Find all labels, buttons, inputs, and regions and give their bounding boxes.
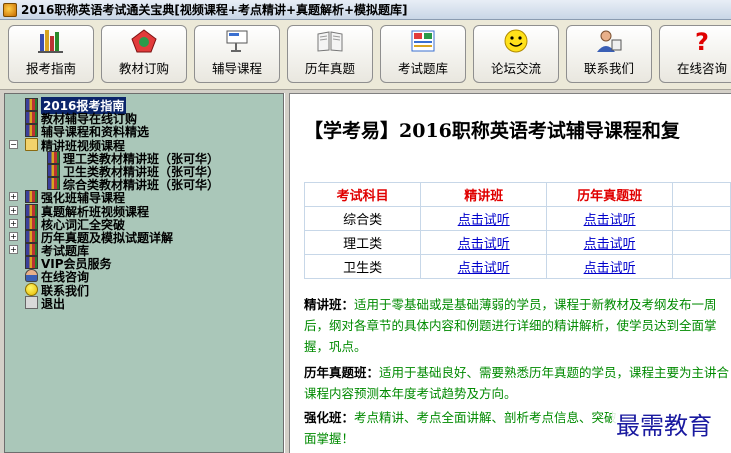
toolbar-button-label: 历年真题: [304, 61, 355, 76]
toolbar-button-label: 考试题库: [397, 61, 448, 76]
listen-link[interactable]: 点击试听: [584, 261, 636, 276]
expand-toggle[interactable]: +: [9, 231, 18, 241]
book-icon: [25, 111, 38, 125]
table-row: 卫生类 点击试听 点击试听: [303, 254, 731, 279]
collapse-toggle[interactable]: −: [9, 139, 18, 149]
description-key: 精讲班：: [304, 297, 355, 312]
watermark: 最需教育: [612, 406, 716, 441]
navigation-tree: 2016报考指南 教材辅导在线订购 辅导课程和资料精选 − 精讲班视频课程 理工类…: [5, 97, 283, 311]
svg-text:?: ?: [695, 28, 709, 54]
subject-cell: 综合类: [303, 206, 422, 231]
listen-link[interactable]: 点击试听: [584, 237, 636, 252]
table-cell: 点击试听: [420, 230, 548, 255]
description-past-exams: 历年真题班：适用于基础良好、需要熟悉历年真题的学员，课程主要为主讲合课程内容预测…: [304, 362, 730, 404]
subject-cell: 理工类: [303, 230, 422, 255]
person-icon: [25, 269, 38, 283]
expand-toggle[interactable]: +: [9, 245, 18, 255]
toolbar-button-label: 论坛交流: [490, 61, 541, 76]
book-icon: [47, 177, 60, 191]
toolbar-button-online-help[interactable]: ? 在线咨询: [659, 25, 731, 83]
content-title: 【学考易】2016职称英语考试辅导课程和复: [304, 120, 680, 142]
description-intensive: 强化班：考点精讲、考点全面讲解、剖析考点信息、突破面掌握！: [304, 407, 626, 449]
table-cell: 点击试听: [546, 230, 674, 255]
table-row: 理工类 点击试听 点击试听: [303, 230, 731, 255]
book-icon: [25, 203, 38, 217]
expand-toggle[interactable]: +: [9, 205, 18, 215]
book-icon: [47, 163, 60, 177]
book-icon: [25, 216, 38, 230]
book-icon: [47, 150, 60, 164]
open-book-icon: [315, 28, 345, 54]
toolbar-button-guide[interactable]: 报考指南: [8, 25, 94, 83]
navigation-tree-pane: 2016报考指南 教材辅导在线订购 辅导课程和资料精选 − 精讲班视频课程 理工类…: [4, 93, 284, 453]
toolbar-button-contact[interactable]: 联系我们: [566, 25, 652, 83]
table-cell: [672, 230, 731, 255]
table-header: 精讲班: [420, 182, 548, 207]
subject-cell: 卫生类: [303, 254, 422, 279]
description-text: 适用于零基础或是基础薄弱的学员，课程于新教材及考纲发布一周后，纲对各章节的具体内…: [304, 297, 717, 354]
listen-link[interactable]: 点击试听: [458, 261, 510, 276]
book-icon: [25, 229, 38, 243]
table-header: 考试科目: [303, 182, 422, 207]
table-row: 综合类 点击试听 点击试听: [303, 206, 731, 231]
book-icon: [25, 98, 38, 111]
toolbar-button-question-bank[interactable]: 考试题库: [380, 25, 466, 83]
title-bar: 2016职称英语考试通关宝典[视频课程+考点精讲+真题解析+模拟题库]: [0, 0, 731, 20]
expand-toggle[interactable]: +: [9, 192, 18, 202]
table-cell: [672, 206, 731, 231]
smiley-icon: [501, 28, 531, 54]
toolbar-button-label: 在线咨询: [676, 61, 727, 76]
table-cell: 点击试听: [420, 254, 548, 279]
tree-item-exit[interactable]: 退出: [5, 295, 283, 311]
listen-link[interactable]: 点击试听: [584, 213, 636, 228]
toolbar-button-label: 教材订购: [118, 61, 169, 76]
expand-toggle[interactable]: +: [9, 218, 18, 228]
book-icon: [25, 124, 38, 138]
toolbar-button-forum[interactable]: 论坛交流: [473, 25, 559, 83]
exam-paper-icon: [408, 28, 438, 54]
book-icon: [25, 190, 38, 204]
folder-open-icon: [25, 137, 38, 151]
toolbar: 报考指南 教材订购 辅导课程 历年真题 考试题库 论坛交流 联系我们 ? 在线咨…: [0, 20, 731, 90]
books-icon: [36, 28, 66, 54]
pentagon-icon: [129, 28, 159, 54]
table-cell: 点击试听: [546, 254, 674, 279]
table-cell: 点击试听: [420, 206, 548, 231]
listen-link[interactable]: 点击试听: [458, 237, 510, 252]
contacts-icon: [594, 28, 624, 54]
app-icon: [3, 2, 17, 17]
question-icon: ?: [687, 28, 717, 54]
projector-icon: [222, 28, 252, 54]
window-title: 2016职称英语考试通关宝典[视频课程+考点精讲+真题解析+模拟题库]: [21, 3, 408, 17]
toolbar-button-courses[interactable]: 辅导课程: [194, 25, 280, 83]
description-key: 历年真题班：: [304, 365, 380, 380]
table-header-row: 考试科目 精讲班 历年真题班: [303, 182, 731, 207]
book-icon: [25, 256, 38, 270]
smiley-icon: [25, 282, 38, 296]
toolbar-button-label: 联系我们: [583, 61, 634, 76]
listen-link[interactable]: 点击试听: [458, 213, 510, 228]
table-cell: 点击试听: [546, 206, 674, 231]
description-key: 强化班：: [304, 410, 355, 425]
toolbar-button-label: 辅导课程: [211, 61, 262, 76]
toolbar-button-textbook[interactable]: 教材订购: [101, 25, 187, 83]
toolbar-button-label: 报考指南: [25, 61, 76, 76]
toolbar-button-past-exams[interactable]: 历年真题: [287, 25, 373, 83]
content-pane: 【学考易】2016职称英语考试辅导课程和复 考试科目 精讲班 历年真题班 综合类…: [290, 93, 731, 453]
course-table: 考试科目 精讲班 历年真题班 综合类 点击试听 点击试听 理工类 点击试听 点击…: [303, 182, 731, 279]
table-header: [672, 182, 731, 207]
table-header: 历年真题班: [546, 182, 674, 207]
description-lecture: 精讲班：适用于零基础或是基础薄弱的学员，课程于新教材及考纲发布一周后，纲对各章节…: [304, 294, 730, 357]
table-cell: [672, 254, 731, 279]
exit-icon: [25, 295, 38, 309]
book-icon: [25, 243, 38, 257]
